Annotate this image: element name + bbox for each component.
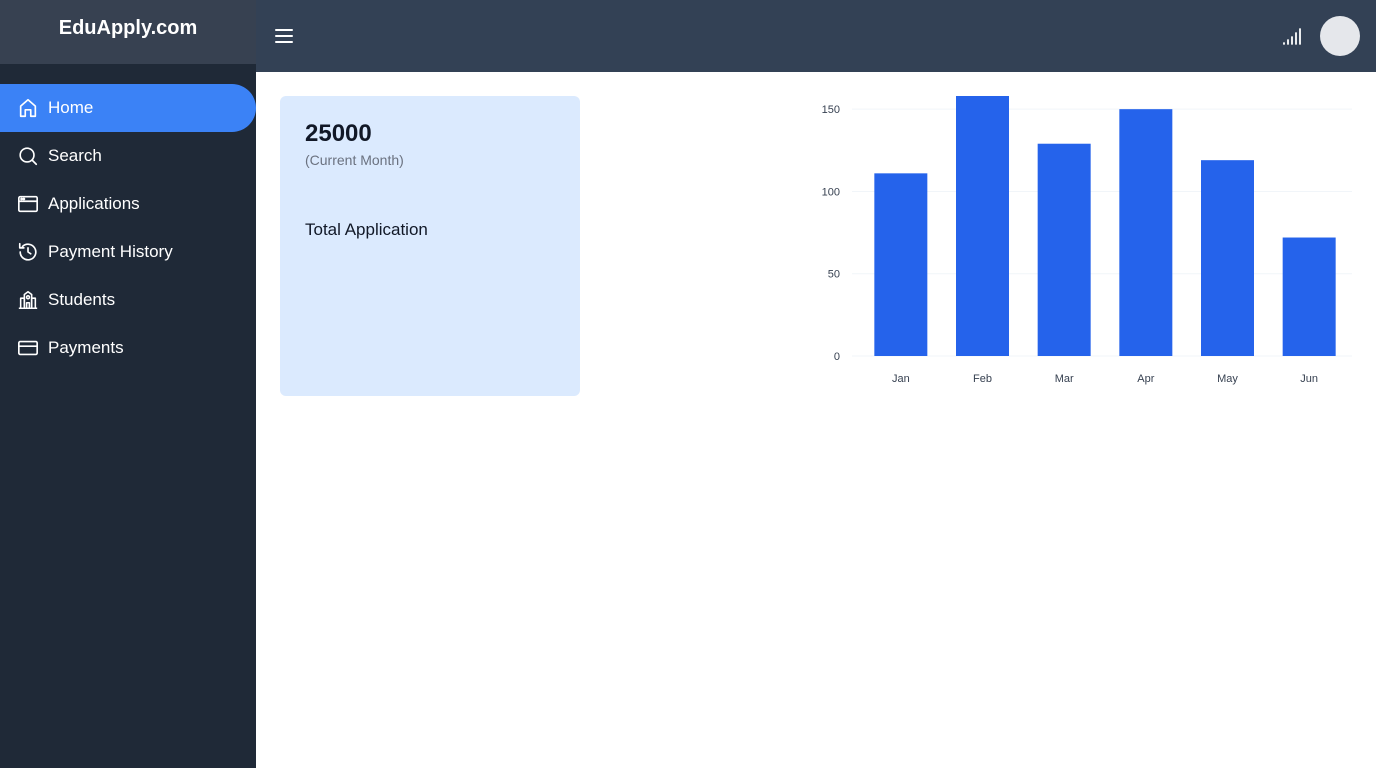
sidebar-item-label: Home bbox=[48, 98, 94, 117]
card-label: Total Application bbox=[305, 220, 428, 239]
sidebar-item-students[interactable]: Students bbox=[0, 276, 256, 324]
home-icon bbox=[16, 96, 40, 120]
sidebar-item-label: Students bbox=[48, 290, 116, 309]
sidebar: EduApply.com Home Search Applications Pa… bbox=[0, 0, 256, 768]
sidebar-item-label: Applications bbox=[48, 194, 140, 213]
y-tick-label: 50 bbox=[828, 269, 840, 281]
card-period: (Current Month) bbox=[305, 152, 404, 168]
sidebar-item-payment-history[interactable]: Payment History bbox=[0, 228, 256, 276]
bar-mar[interactable] bbox=[1037, 143, 1091, 356]
x-tick-label: May bbox=[1217, 373, 1238, 385]
applications-bar-chart: 0 50 100 150 Jan Feb Mar Apr May Jun bbox=[822, 96, 1352, 385]
avatar[interactable] bbox=[1320, 16, 1360, 56]
y-tick-label: 0 bbox=[834, 351, 840, 363]
bar-apr[interactable] bbox=[1119, 109, 1173, 357]
signal-icon[interactable] bbox=[1282, 26, 1304, 46]
search-icon bbox=[16, 144, 40, 168]
x-tick-label: Mar bbox=[1055, 373, 1074, 385]
bar-jan[interactable] bbox=[874, 173, 928, 356]
sidebar-item-label: Payment History bbox=[48, 242, 173, 261]
hamburger-menu-icon[interactable] bbox=[274, 26, 294, 46]
top-bar bbox=[256, 0, 1376, 72]
browser-window-icon bbox=[16, 192, 40, 216]
y-tick-label: 100 bbox=[822, 186, 840, 198]
x-tick-label: Apr bbox=[1137, 373, 1154, 385]
history-icon bbox=[16, 240, 40, 264]
bar-feb[interactable] bbox=[956, 96, 1009, 356]
y-tick-label: 150 bbox=[822, 104, 840, 116]
sidebar-item-label: Payments bbox=[48, 338, 124, 357]
school-building-icon bbox=[16, 288, 40, 312]
x-tick-label: Jun bbox=[1300, 373, 1318, 385]
sidebar-item-home[interactable]: Home bbox=[0, 84, 256, 132]
sidebar-nav: Home Search Applications Payment History… bbox=[0, 84, 256, 372]
x-tick-label: Jan bbox=[892, 373, 910, 385]
sidebar-item-payments[interactable]: Payments bbox=[0, 324, 256, 372]
bar-may[interactable] bbox=[1201, 160, 1254, 356]
brand-title[interactable]: EduApply.com bbox=[0, 0, 256, 64]
total-application-card: 25000 (Current Month) Total Application bbox=[280, 96, 580, 396]
x-tick-label: Feb bbox=[973, 373, 992, 385]
bar-jun[interactable] bbox=[1282, 237, 1336, 356]
sidebar-item-search[interactable]: Search bbox=[0, 132, 256, 180]
credit-card-icon bbox=[16, 336, 40, 360]
sidebar-item-applications[interactable]: Applications bbox=[0, 180, 256, 228]
card-value: 25000 bbox=[305, 120, 372, 147]
sidebar-item-label: Search bbox=[48, 146, 102, 165]
